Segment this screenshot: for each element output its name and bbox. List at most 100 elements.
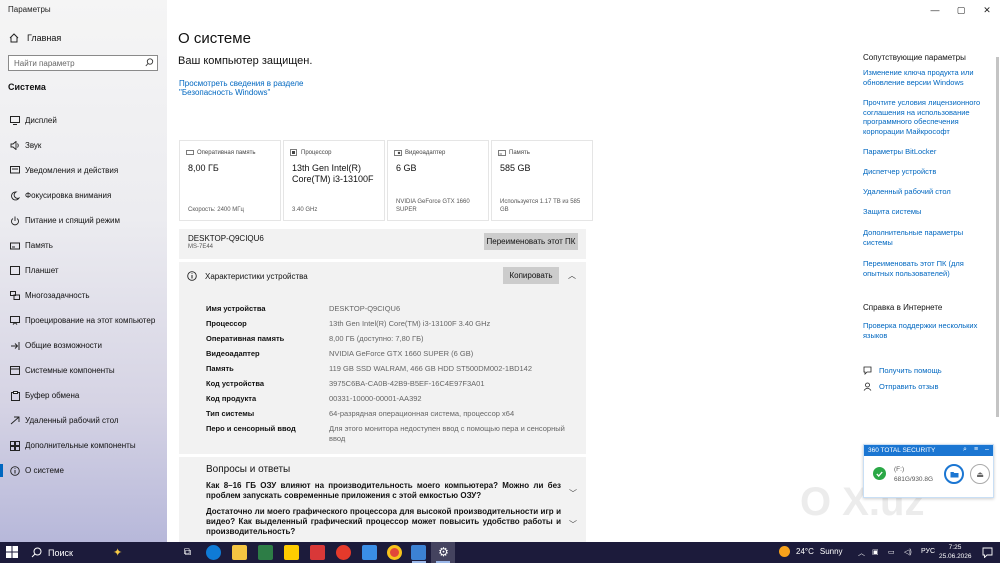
open-folder-button[interactable]: [944, 464, 964, 484]
related-link[interactable]: Дополнительные параметры системы: [863, 228, 985, 247]
search-icon[interactable]: [145, 58, 154, 67]
minimize-icon[interactable]: –: [985, 446, 989, 453]
sidebar-item-about[interactable]: О системе: [0, 458, 167, 483]
sidebar: Параметры Главная Найти параметр Система…: [0, 0, 167, 542]
spec-label: Имя устройства: [206, 304, 266, 313]
shared-icon: [9, 340, 21, 352]
sidebar-item-multitask[interactable]: Многозадачность: [0, 283, 167, 308]
sidebar-item-notifications[interactable]: Уведомления и действия: [0, 158, 167, 183]
scrollbar[interactable]: [996, 57, 999, 417]
notification-center-icon[interactable]: [982, 547, 993, 558]
device-specs-header[interactable]: Характеристики устройства Копировать ︿: [179, 262, 586, 291]
device-specs: Имя устройства DESKTOP-Q9CIQU6 Процессор 1…: [179, 291, 586, 454]
mail-icon[interactable]: [362, 545, 377, 560]
faq-question[interactable]: Как 8–16 ГБ ОЗУ влияют на производительн…: [206, 481, 561, 501]
multitask-icon: [9, 290, 21, 302]
task-view-icon[interactable]: ⧉: [180, 545, 195, 560]
card-head: Оперативная память: [197, 149, 256, 156]
security-details-link[interactable]: Просмотреть сведения в разделе "Безопасн…: [179, 79, 359, 97]
chevron-down-icon[interactable]: ﹀: [569, 519, 577, 530]
faq-question[interactable]: Достаточно ли моего графического процесс…: [206, 507, 561, 537]
sidebar-item-project[interactable]: Проецирование на этот компьютер: [0, 308, 167, 333]
sidebar-item-label: Фокусировка внимания: [25, 191, 112, 200]
chevron-up-icon[interactable]: ︿: [568, 270, 576, 281]
shield-app-icon[interactable]: [310, 545, 325, 560]
remote-icon: [9, 415, 21, 427]
card-cpu: Процессор 13th Gen Intel(R) Core(TM) i3-…: [283, 140, 385, 221]
chevron-down-icon[interactable]: ﹀: [569, 488, 577, 499]
card-gpu: Видеоадаптер 6 GB NVIDIA GeForce GTX 166…: [387, 140, 489, 221]
minimize-button[interactable]: —: [922, 3, 948, 17]
sidebar-item-tablet[interactable]: Планшет: [0, 258, 167, 283]
close-button[interactable]: ✕: [974, 3, 1000, 17]
sidebar-item-display[interactable]: Дисплей: [0, 108, 167, 133]
page-title: О системе: [178, 30, 251, 47]
home-link[interactable]: Главная: [9, 33, 61, 43]
sidebar-item-label: Проецирование на этот компьютер: [25, 316, 156, 325]
sidebar-item-label: О системе: [25, 466, 64, 475]
related-link[interactable]: Переименовать этот ПК (для опытных польз…: [863, 259, 985, 278]
device-specs-title: Характеристики устройства: [205, 272, 308, 281]
maximize-button[interactable]: ▢: [948, 3, 974, 17]
volume-icon[interactable]: ◁): [904, 548, 912, 556]
sidebar-item-clipboard[interactable]: Буфер обмена: [0, 383, 167, 408]
related-link[interactable]: Диспетчер устройств: [863, 167, 985, 177]
get-help-link[interactable]: Получить помощь: [863, 366, 942, 375]
windows-start-icon[interactable]: [6, 546, 18, 558]
security-widget[interactable]: 360 TOTAL SECURITY ⌕ ≡ – (F:) 681G/930.8…: [863, 444, 994, 498]
web-help-link[interactable]: Проверка поддержки нескольких языков: [863, 321, 985, 340]
edge-icon[interactable]: [206, 545, 221, 560]
card-foot: Скорость: 2400 МГц: [188, 207, 244, 213]
sidebar-item-remote[interactable]: Удаленный рабочий стол: [0, 408, 167, 433]
menu-icon[interactable]: ≡: [974, 446, 978, 453]
taskbar: Поиск ✦ ⧉ ⚙ 24°C Sunny ︿ ▣ ▭ ◁) РУС 7:25…: [0, 542, 1000, 563]
related-link[interactable]: Прочтите условия лицензионного соглашени…: [863, 98, 985, 136]
related-link[interactable]: Удаленный рабочий стол: [863, 187, 985, 197]
language-indicator[interactable]: РУС: [921, 548, 935, 555]
pc-model: MS-7E44: [188, 244, 214, 250]
spec-label: Процессор: [206, 319, 247, 328]
yandex-browser-icon[interactable]: [336, 545, 351, 560]
rename-pc-button[interactable]: Переименовать этот ПК: [484, 233, 578, 250]
store-icon[interactable]: [258, 545, 273, 560]
app-tray-icon[interactable]: ▣: [872, 548, 879, 556]
sidebar-item-label: Питание и спящий режим: [25, 216, 121, 225]
moon-icon: [9, 190, 21, 202]
related-link[interactable]: Защита системы: [863, 207, 985, 217]
sidebar-item-shared[interactable]: Общие возможности: [0, 333, 167, 358]
sun-icon: [779, 546, 790, 557]
chevron-up-icon[interactable]: ︿: [858, 548, 865, 558]
addons-icon: [9, 440, 21, 452]
eject-button[interactable]: ⏏: [970, 464, 990, 484]
sidebar-item-label: Планшет: [25, 266, 59, 275]
search-input[interactable]: Найти параметр: [8, 55, 158, 71]
chrome-icon[interactable]: [387, 545, 402, 560]
spec-value: NVIDIA GeForce GTX 1660 SUPER (6 GB): [329, 349, 474, 358]
floppy-app-icon[interactable]: [411, 545, 426, 560]
sidebar-item-sound[interactable]: Звук: [0, 133, 167, 158]
sidebar-item-focus[interactable]: Фокусировка внимания: [0, 183, 167, 208]
storage-icon: [498, 149, 506, 156]
yandex-app-icon[interactable]: [284, 545, 299, 560]
sidebar-item-storage[interactable]: Память: [0, 233, 167, 258]
search-icon[interactable]: ⌕: [963, 446, 967, 454]
copy-button[interactable]: Копировать: [503, 267, 559, 284]
feedback-link[interactable]: Отправить отзыв: [863, 382, 939, 391]
sidebar-item-label: Буфер обмена: [25, 391, 80, 400]
related-link[interactable]: Изменение ключа продукта или обновление …: [863, 68, 985, 87]
taskbar-search[interactable]: Поиск ✦: [25, 542, 175, 563]
components-icon: [9, 365, 21, 377]
clock[interactable]: 7:25 25.06.2026: [939, 543, 972, 561]
related-link[interactable]: Параметры BitLocker: [863, 147, 985, 157]
sidebar-item-components[interactable]: Системные компоненты: [0, 358, 167, 383]
card-foot: NVIDIA GeForce GTX 1660 SUPER: [396, 199, 470, 213]
sidebar-item-addons[interactable]: Дополнительные компоненты: [0, 433, 167, 458]
search-icon: [31, 547, 42, 558]
settings-gear-icon[interactable]: ⚙: [436, 545, 451, 560]
file-explorer-icon[interactable]: [232, 545, 247, 560]
feedback-label: Отправить отзыв: [879, 382, 939, 391]
weather-widget[interactable]: 24°C Sunny: [779, 546, 843, 557]
network-icon[interactable]: ▭: [888, 548, 895, 556]
sidebar-item-power[interactable]: Питание и спящий режим: [0, 208, 167, 233]
card-value: 6 GB: [396, 163, 417, 173]
